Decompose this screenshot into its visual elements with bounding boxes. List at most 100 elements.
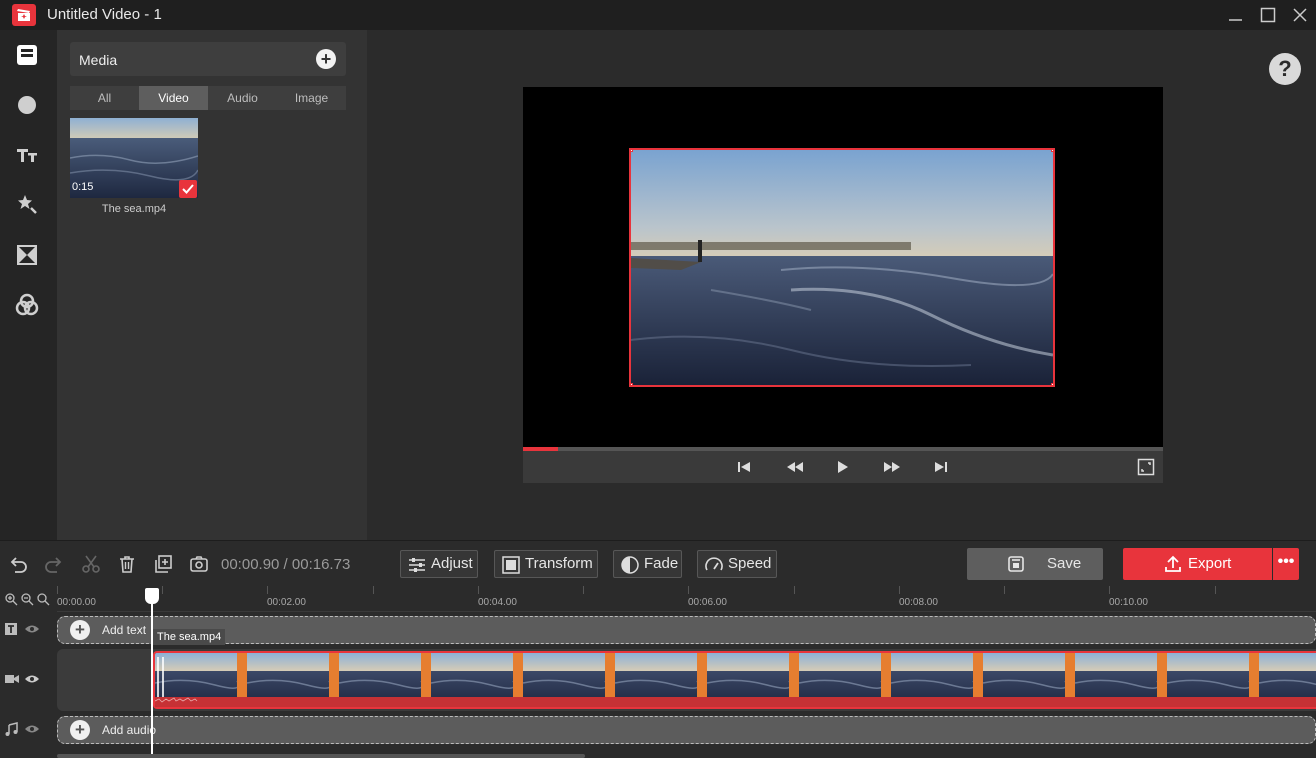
speed-button[interactable]: Speed — [697, 550, 777, 578]
upload-icon — [1165, 555, 1181, 572]
tab-image[interactable]: Image — [277, 86, 346, 110]
ruler-label: 00:08.00 — [899, 597, 938, 608]
audio-track-controls — [4, 722, 52, 738]
skip-start-icon[interactable] — [736, 459, 752, 475]
clip-name-label: The sea.mp4 — [153, 629, 226, 645]
resize-handle[interactable] — [1051, 383, 1053, 385]
preview-canvas — [523, 87, 1163, 447]
text-track-controls — [4, 622, 52, 638]
transform-icon — [502, 556, 520, 574]
speed-label: Speed — [728, 555, 772, 572]
save-button[interactable]: Save — [967, 548, 1103, 580]
zoom-in-icon[interactable] — [4, 592, 18, 606]
preview-area: ? — [367, 30, 1316, 540]
playback-controls — [523, 451, 1163, 483]
timeline-scrollbar[interactable] — [57, 754, 585, 758]
tool-rail — [0, 30, 57, 540]
playhead[interactable] — [151, 598, 153, 758]
playhead-handle[interactable] — [145, 588, 159, 604]
skip-end-icon[interactable] — [933, 459, 949, 475]
resize-handle[interactable] — [1051, 150, 1053, 152]
minimize-icon[interactable] — [1226, 5, 1246, 25]
sliders-icon — [409, 558, 425, 572]
music-note-icon — [5, 722, 18, 736]
edit-toolbar: 00:00.90 / 00:16.73 Adjust Transform Fad… — [0, 540, 1316, 586]
filters-icon[interactable] — [14, 292, 40, 318]
fade-label: Fade — [644, 555, 679, 572]
media-icon[interactable] — [14, 42, 40, 68]
eye-icon[interactable] — [24, 622, 40, 636]
title-bar: Untitled Video - 1 — [0, 0, 1316, 30]
undo-icon[interactable] — [8, 554, 28, 574]
video-frame[interactable] — [629, 148, 1055, 387]
delete-icon[interactable] — [117, 554, 137, 574]
tab-audio[interactable]: Audio — [208, 86, 277, 110]
media-tabs: All Video Audio Image — [70, 86, 346, 110]
scissors-icon[interactable] — [81, 554, 101, 574]
tab-all[interactable]: All — [70, 86, 139, 110]
snapshot-icon[interactable] — [189, 554, 209, 574]
add-audio-label: Add audio — [102, 723, 157, 737]
media-filename: The sea.mp4 — [101, 203, 167, 215]
window-title: Untitled Video - 1 — [47, 6, 162, 23]
elements-icon[interactable] — [14, 92, 40, 118]
rewind-icon[interactable] — [785, 459, 805, 475]
video-image — [631, 150, 1053, 385]
add-text-label: Add text — [102, 623, 147, 637]
ruler-label: 00:00.00 — [57, 597, 96, 608]
adjust-label: Adjust — [431, 555, 473, 572]
transitions-icon[interactable] — [14, 242, 40, 268]
eye-icon[interactable] — [24, 722, 40, 736]
app-logo-icon — [12, 4, 36, 26]
ruler-label: 00:02.00 — [267, 597, 306, 608]
save-icon — [1008, 556, 1024, 572]
text-track-icon — [5, 623, 17, 635]
effects-icon[interactable] — [14, 192, 40, 218]
export-button[interactable]: Export — [1123, 548, 1272, 580]
close-icon[interactable] — [1290, 5, 1310, 25]
adjust-button[interactable]: Adjust — [400, 550, 478, 578]
text-icon[interactable] — [14, 142, 40, 168]
timecode: 00:00.90 / 00:16.73 — [221, 556, 351, 573]
clip-filmstrip — [155, 653, 1316, 707]
duplicate-icon[interactable] — [153, 554, 173, 574]
eye-icon[interactable] — [24, 672, 40, 686]
zoom-out-icon[interactable] — [20, 592, 34, 606]
fade-icon — [621, 556, 639, 574]
add-audio-track[interactable]: + Add audio — [57, 716, 1316, 744]
zoom-controls — [4, 592, 54, 606]
video-track-controls — [4, 672, 52, 688]
fullscreen-icon[interactable] — [1137, 458, 1155, 476]
checkmark-icon[interactable] — [179, 180, 197, 198]
media-header: Media + — [70, 42, 346, 76]
zoom-fit-icon[interactable] — [36, 592, 50, 606]
resize-handle[interactable] — [631, 383, 633, 385]
plus-icon: + — [70, 620, 90, 640]
speedometer-icon — [705, 557, 723, 571]
video-camera-icon — [5, 675, 19, 683]
add-media-button[interactable]: + — [316, 49, 336, 69]
transform-label: Transform — [525, 555, 593, 572]
timeline: 00:00.00 00:02.00 00:04.00 00:06.00 00:0… — [0, 586, 1316, 758]
ruler-label: 00:06.00 — [688, 597, 727, 608]
redo-icon[interactable] — [44, 554, 64, 574]
ruler-label: 00:04.00 — [478, 597, 517, 608]
tab-video[interactable]: Video — [139, 86, 208, 110]
help-button[interactable]: ? — [1269, 53, 1301, 85]
export-options-button[interactable]: ••• — [1273, 548, 1299, 580]
video-clip[interactable] — [153, 651, 1316, 709]
media-duration: 0:15 — [72, 181, 94, 193]
time-ruler[interactable]: 00:00.00 00:02.00 00:04.00 00:06.00 00:0… — [57, 586, 1316, 612]
fast-forward-icon[interactable] — [882, 459, 902, 475]
play-icon[interactable] — [835, 459, 851, 475]
maximize-icon[interactable] — [1258, 5, 1278, 25]
media-panel: Media + All Video Audio Image 0:15 The s… — [57, 30, 367, 540]
media-thumbnail[interactable]: 0:15 — [70, 118, 198, 198]
plus-icon: + — [70, 720, 90, 740]
fade-button[interactable]: Fade — [613, 550, 682, 578]
transform-button[interactable]: Transform — [494, 550, 598, 578]
ruler-label: 00:10.00 — [1109, 597, 1148, 608]
add-text-track[interactable]: + Add text — [57, 616, 1316, 644]
save-label: Save — [1047, 555, 1082, 572]
resize-handle[interactable] — [631, 150, 633, 152]
